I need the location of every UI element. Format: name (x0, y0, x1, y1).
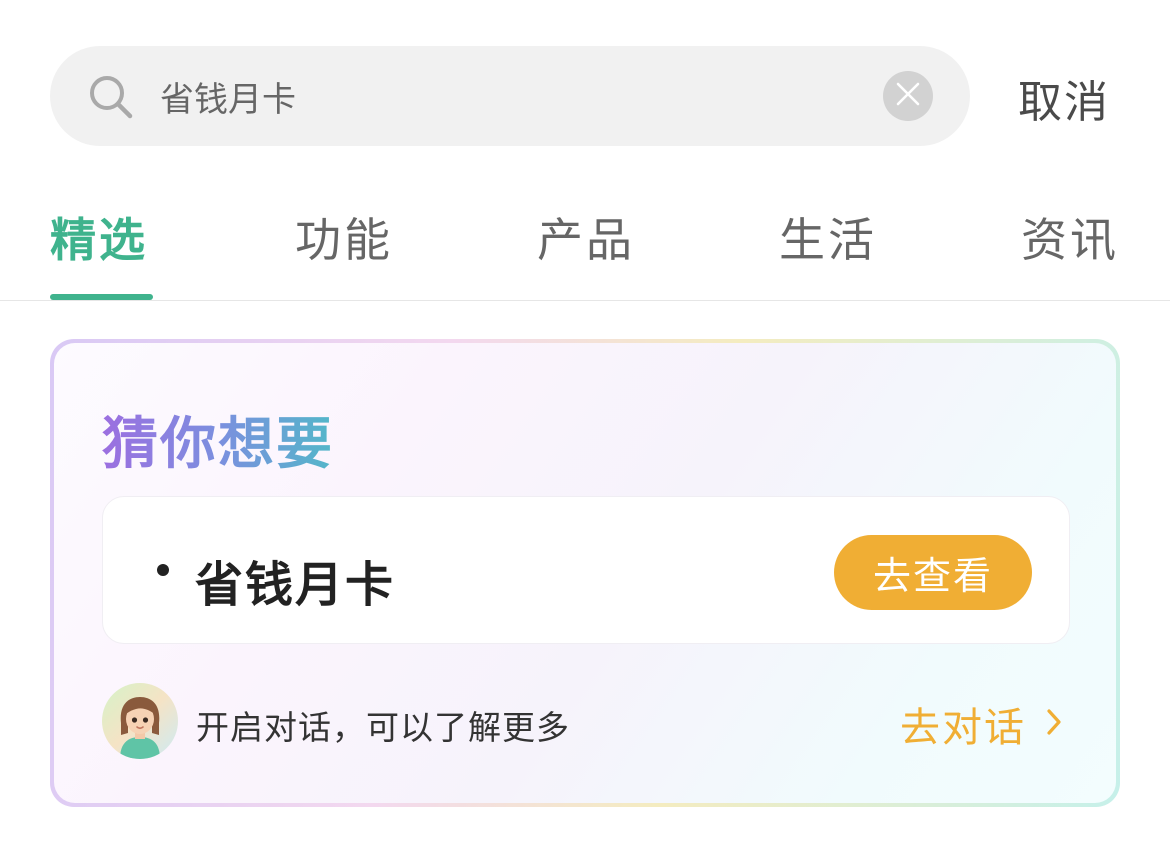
bullet-dot (157, 564, 169, 576)
clear-icon (895, 81, 921, 111)
guess-card-body: 猜你想要 省钱月卡 去查看 开启对话，可以了解更多 去对话 (54, 343, 1116, 803)
view-button[interactable]: 去查看 (834, 535, 1032, 610)
tab-divider (0, 300, 1170, 301)
tab-news[interactable]: 资讯 (1021, 204, 1119, 270)
guess-card: 猜你想要 省钱月卡 去查看 开启对话，可以了解更多 去对话 (50, 339, 1120, 807)
suggestion-text: 省钱月卡 (195, 557, 396, 613)
clear-button[interactable] (883, 71, 933, 121)
cancel-button[interactable]: 取消 (1018, 66, 1110, 130)
assistant-avatar (102, 683, 178, 759)
card-title: 猜你想要 (102, 399, 334, 480)
search-icon (86, 72, 136, 126)
start-chat-link[interactable]: 去对话 (900, 695, 1026, 753)
chevron-right-icon[interactable] (1044, 707, 1064, 741)
tab-products[interactable]: 产品 (537, 204, 635, 270)
search-input[interactable] (160, 70, 860, 122)
tab-life[interactable]: 生活 (779, 204, 877, 270)
chat-hint-text: 开启对话，可以了解更多 (196, 708, 570, 747)
suggestion-item[interactable]: 省钱月卡 去查看 (102, 496, 1070, 644)
search-page: 取消 精选 功能 产品 生活 资讯 猜你想要 省钱月卡 去查看 (0, 0, 1170, 847)
tab-features[interactable]: 功能 (295, 204, 393, 270)
tab-featured[interactable]: 精选 (50, 204, 148, 270)
